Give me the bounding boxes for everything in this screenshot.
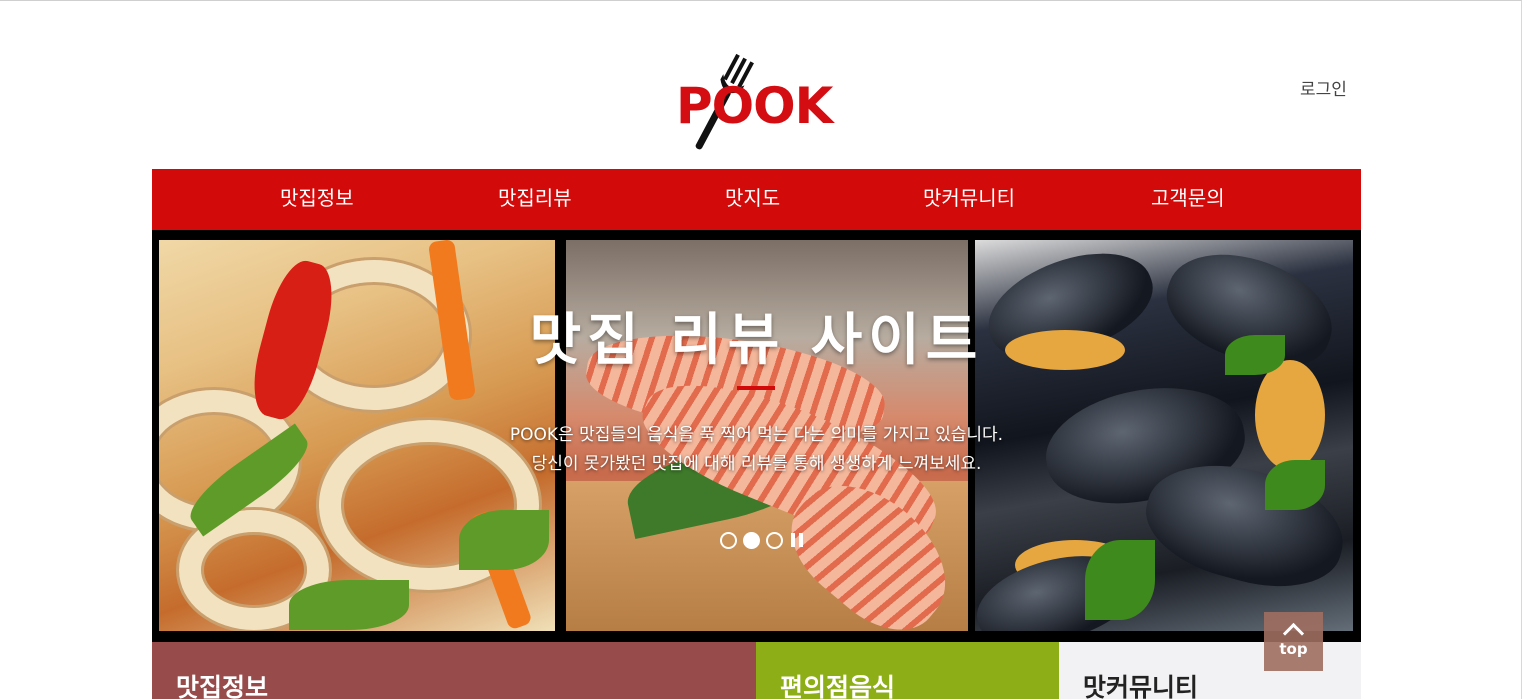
slide-dot-2[interactable] bbox=[743, 531, 760, 549]
section-community-label: 맛커뮤니티 bbox=[1083, 673, 1199, 699]
nav-item-restaurant-review[interactable]: 맛집리뷰 bbox=[498, 169, 572, 230]
hero-description-line1: POOK은 맛집들의 음식을 푹 찍어 먹는 다는 의미를 가지고 있습니다. bbox=[509, 425, 1004, 445]
slide-dot-1[interactable] bbox=[720, 531, 737, 549]
slide-dot-3[interactable] bbox=[766, 531, 783, 549]
nav-item-community[interactable]: 맛커뮤니티 bbox=[923, 169, 1015, 230]
section-restaurant-info-label: 맛집정보 bbox=[176, 673, 269, 699]
nav-item-restaurant-info[interactable]: 맛집정보 bbox=[280, 169, 354, 230]
page: POOK 로그인 맛집정보 맛집리뷰 맛지도 맛커뮤니티 고객문의 맛집 리뷰 … bbox=[0, 0, 1522, 699]
main-nav: 맛집정보 맛집리뷰 맛지도 맛커뮤니티 고객문의 bbox=[152, 169, 1361, 230]
section-convenience-store-food-label: 편의점음식 bbox=[780, 673, 896, 699]
hero-title-underline bbox=[737, 386, 775, 390]
site-logo[interactable]: POOK bbox=[676, 47, 842, 153]
hero-slider: 맛집 리뷰 사이트 POOK은 맛집들의 음식을 푹 찍어 먹는 다는 의미를 … bbox=[152, 230, 1361, 642]
hero-title: 맛집 리뷰 사이트 bbox=[529, 308, 984, 373]
login-link[interactable]: 로그인 bbox=[1300, 75, 1347, 100]
nav-item-food-map[interactable]: 맛지도 bbox=[725, 169, 780, 230]
nav-item-customer-inquiry[interactable]: 고객문의 bbox=[1151, 169, 1225, 230]
section-restaurant-info[interactable]: 맛집정보 bbox=[152, 642, 756, 699]
scroll-top-button[interactable]: top bbox=[1264, 612, 1323, 671]
slider-controls bbox=[720, 531, 805, 549]
hero-description-line2: 당신이 못가봤던 맛집에 대해 리뷰를 통해 생생하게 느껴보세요. bbox=[531, 454, 982, 474]
logo-wordmark: POOK bbox=[676, 77, 833, 135]
section-convenience-store-food[interactable]: 편의점음식 bbox=[756, 642, 1059, 699]
pause-icon[interactable] bbox=[791, 533, 805, 547]
scroll-top-label: top bbox=[1279, 640, 1308, 658]
